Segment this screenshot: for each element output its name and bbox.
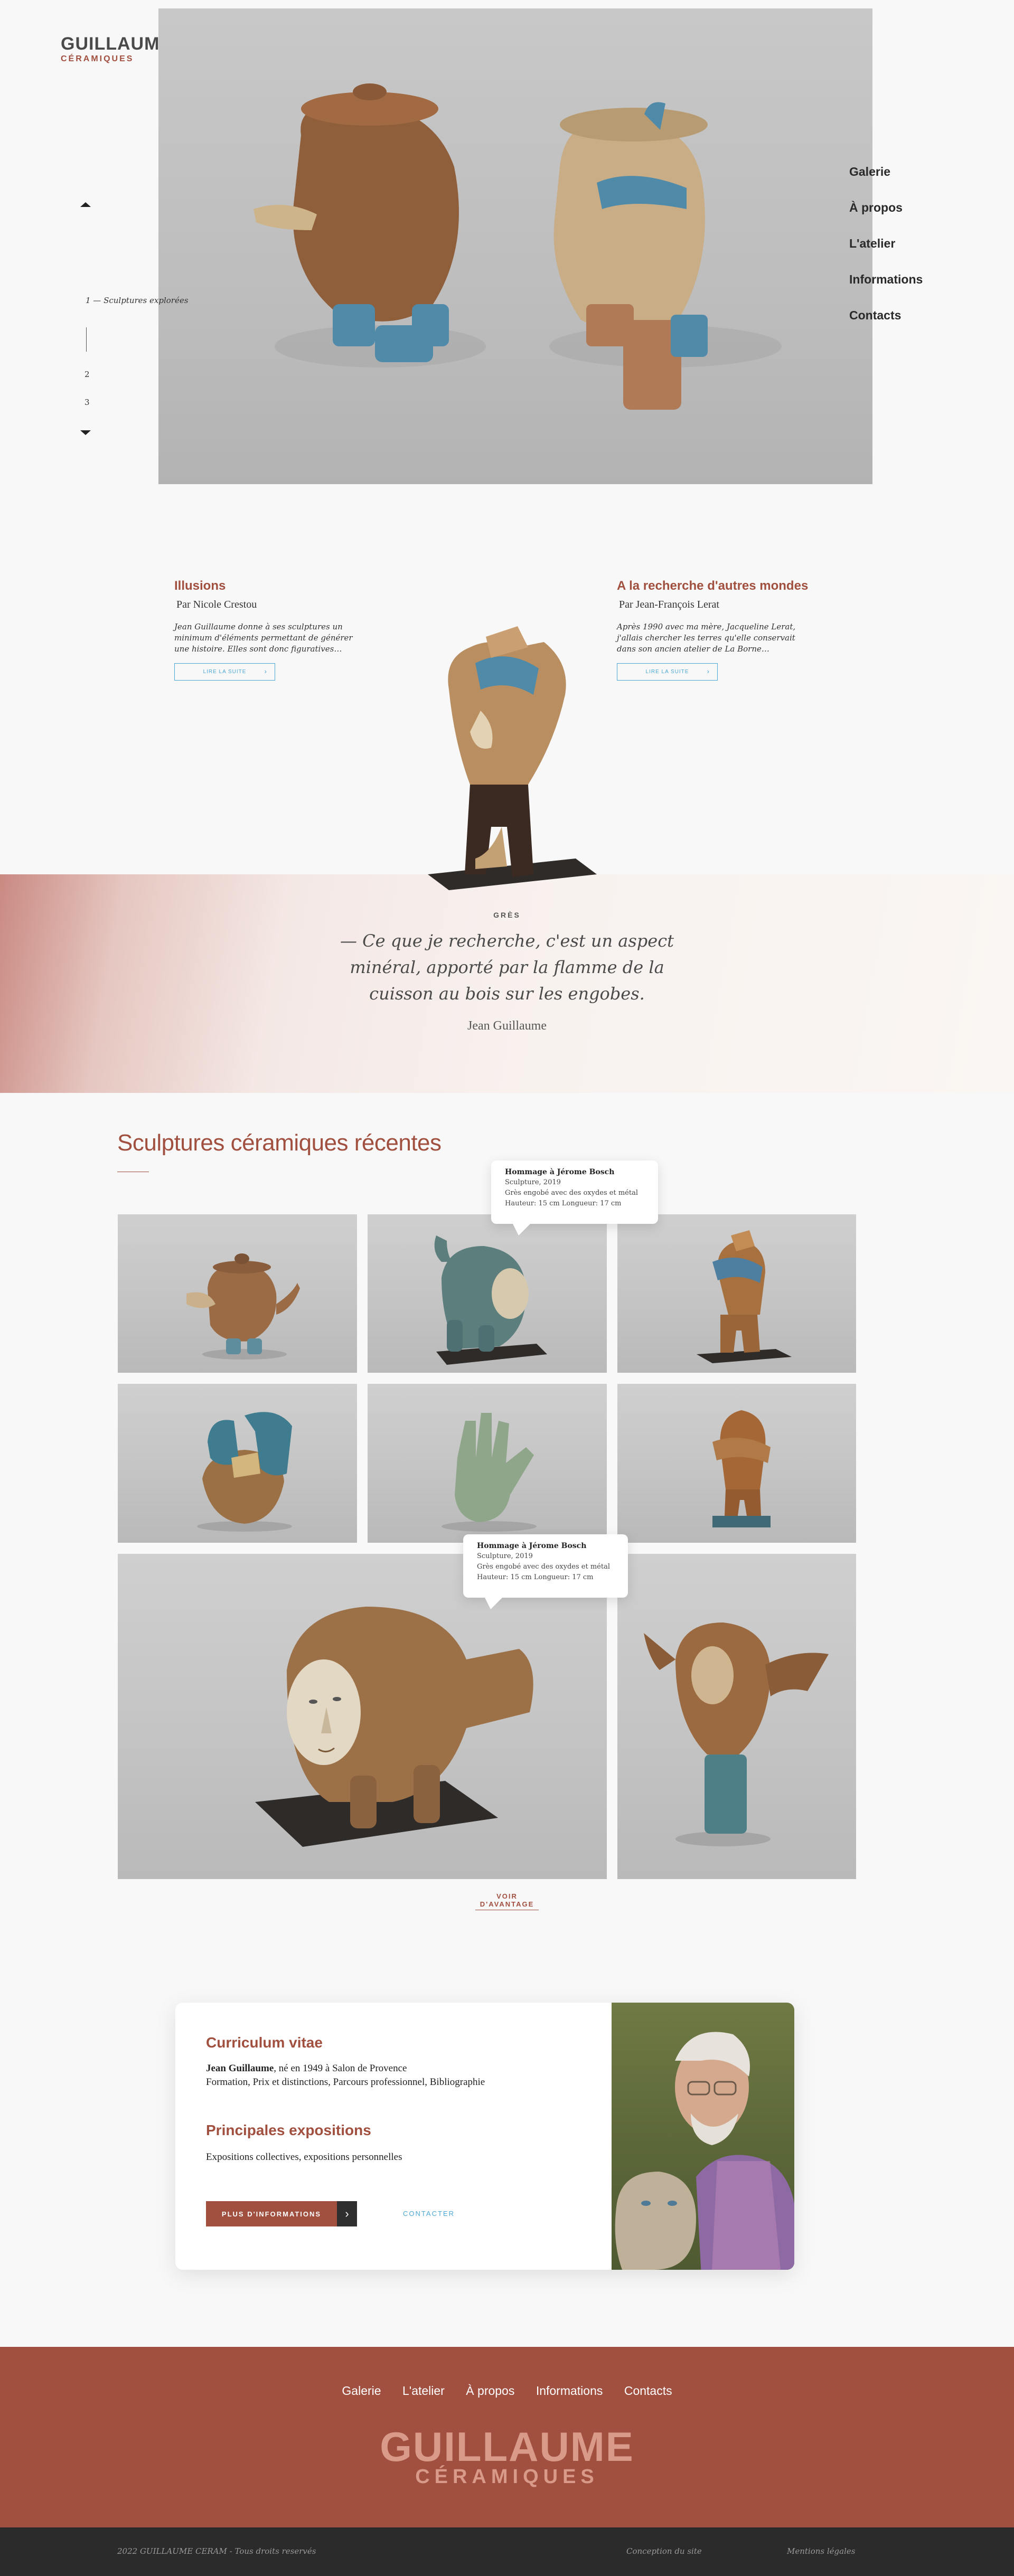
read-more-button[interactable]: LIRE LA SUITE › bbox=[174, 663, 275, 681]
tooltip-line: Sculpture, 2019 bbox=[477, 1552, 533, 1560]
slider-down-icon[interactable] bbox=[80, 430, 91, 435]
bosch-tribute-image bbox=[255, 1607, 533, 1847]
tooltip-title: Hommage à Jérome Bosch bbox=[477, 1542, 587, 1550]
logo-sub-text: CÉRAMIQUES bbox=[61, 54, 134, 63]
gallery-item[interactable] bbox=[118, 1384, 357, 1543]
chevron-right-icon: › bbox=[707, 667, 710, 675]
tooltip-line: Hauteur: 15 cm Longueur: 17 cm bbox=[477, 1573, 594, 1581]
cv-card: Curriculum vitae Jean Guillaume, né en 1… bbox=[175, 2003, 794, 2270]
cv-title: Curriculum vitae bbox=[206, 2034, 323, 2051]
blue-hand-bowl-image bbox=[197, 1412, 292, 1532]
green-creature-image bbox=[434, 1235, 547, 1365]
footer-logo-main[interactable]: GUILLAUME bbox=[0, 2426, 1014, 2467]
more-info-label: PLUS D'INFORMATIONS bbox=[221, 2210, 322, 2218]
tooltip-line: Grès engobé avec des oxydes et métal bbox=[505, 1189, 639, 1197]
artist-name: Jean Guillaume bbox=[206, 2063, 274, 2074]
footer-nav-galerie[interactable]: Galerie bbox=[342, 2384, 381, 2398]
birth-info: , né en 1949 à Salon de Provence bbox=[274, 2063, 407, 2074]
bottom-bar: 2022 GUILLAUME CERAM - Tous droits reser… bbox=[0, 2527, 1014, 2576]
gallery-item[interactable] bbox=[617, 1384, 856, 1543]
article-illusions: Illusions Par Nicole Crestou Jean Guilla… bbox=[174, 579, 364, 681]
exhibitions-line: Expositions collectives, expositions per… bbox=[206, 2152, 402, 2163]
gallery-item[interactable] bbox=[617, 1554, 856, 1879]
cv-sections-line: Formation, Prix et distinctions, Parcour… bbox=[206, 2077, 485, 2088]
featured-sculpture bbox=[428, 626, 597, 890]
gallery-item[interactable] bbox=[368, 1214, 607, 1373]
cv-birth-line: Jean Guillaume, né en 1949 à Salon de Pr… bbox=[206, 2062, 544, 2075]
gallery-item[interactable] bbox=[617, 1214, 856, 1373]
nav-galerie[interactable]: Galerie bbox=[849, 165, 955, 201]
main-nav: Galerie À propos L'atelier Informations … bbox=[849, 165, 955, 344]
slider-item-3[interactable]: 3 bbox=[84, 398, 90, 407]
nav-informations[interactable]: Informations bbox=[849, 272, 955, 308]
green-hand-image bbox=[442, 1413, 537, 1532]
article-author: Par Jean-François Lerat bbox=[619, 599, 719, 610]
gallery-item-featured[interactable] bbox=[118, 1554, 607, 1879]
hero-sculptures-illustration bbox=[253, 83, 782, 410]
slider-progress-line bbox=[86, 327, 87, 352]
slider-up-icon[interactable] bbox=[80, 202, 91, 207]
gallery-item[interactable] bbox=[118, 1214, 357, 1373]
article-excerpt: Jean Guillaume donne à ses sculptures un… bbox=[174, 622, 353, 654]
footer: Galerie L'atelier À propos Informations … bbox=[0, 2347, 1014, 2527]
artwork-tooltip: Hommage à Jérome Bosch Sculpture, 2019 G… bbox=[463, 1534, 628, 1609]
article-title[interactable]: Illusions bbox=[174, 579, 364, 593]
footer-nav-informations[interactable]: Informations bbox=[536, 2384, 603, 2398]
standing-figure-image bbox=[712, 1410, 771, 1527]
portrait-illustration bbox=[615, 2032, 794, 2270]
quote-author: Jean Guillaume bbox=[467, 1019, 547, 1033]
article-author: Par Nicole Crestou bbox=[176, 599, 257, 610]
exhibitions-title: Principales expositions bbox=[206, 2122, 371, 2138]
slider-current-label[interactable]: 1 — Sculptures explorées bbox=[86, 296, 202, 305]
more-info-button[interactable]: PLUS D'INFORMATIONS › bbox=[206, 2201, 357, 2226]
tooltip-line: Grès engobé avec des oxydes et métal bbox=[477, 1563, 611, 1571]
footer-logo-sub: CÉRAMIQUES bbox=[415, 2466, 599, 2488]
footer-nav-contacts[interactable]: Contacts bbox=[624, 2384, 672, 2398]
bird-figure-image bbox=[644, 1622, 829, 1846]
tooltip-title: Hommage à Jérome Bosch bbox=[505, 1168, 615, 1176]
slider-item-2[interactable]: 2 bbox=[84, 370, 90, 379]
gallery-item[interactable] bbox=[368, 1384, 607, 1543]
artist-portrait bbox=[612, 2003, 794, 2270]
hugging-figure-image bbox=[697, 1230, 792, 1363]
nav-contacts[interactable]: Contacts bbox=[849, 308, 955, 344]
gallery-title: Sculptures céramiques récentes bbox=[117, 1130, 442, 1156]
see-more-link[interactable]: VOIR D'AVANTAGE bbox=[475, 1892, 539, 1910]
teapot-sculpture-image bbox=[186, 1253, 300, 1360]
tooltip-line: Sculpture, 2019 bbox=[505, 1178, 561, 1186]
chevron-right-icon: › bbox=[337, 2201, 357, 2226]
quote-text: — Ce que je recherche, c'est un aspect m… bbox=[340, 931, 674, 1004]
logo-main-text: GUILLAUME bbox=[61, 34, 173, 54]
site-credit-link[interactable]: Conception du site bbox=[626, 2546, 732, 2556]
read-more-label: LIRE LA SUITE bbox=[645, 669, 689, 675]
read-more-label: LIRE LA SUITE bbox=[203, 669, 247, 675]
nav-atelier[interactable]: L'atelier bbox=[849, 237, 955, 272]
read-more-button[interactable]: LIRE LA SUITE › bbox=[617, 663, 718, 681]
article-title[interactable]: A la recherche d'autres mondes bbox=[617, 579, 839, 593]
contact-link[interactable]: CONTACTER bbox=[397, 2210, 461, 2218]
tooltip-line: Hauteur: 15 cm Longueur: 17 cm bbox=[505, 1200, 622, 1207]
artwork-tooltip: Hommage à Jérome Bosch Sculpture, 2019 G… bbox=[491, 1160, 658, 1235]
nav-a-propos[interactable]: À propos bbox=[849, 201, 955, 237]
footer-nav: Galerie L'atelier À propos Informations … bbox=[0, 2384, 1014, 2398]
logo[interactable]: GUILLAUME CÉRAMIQUES bbox=[61, 34, 173, 64]
legal-link[interactable]: Mentions légales bbox=[787, 2546, 893, 2556]
chevron-right-icon: › bbox=[264, 667, 267, 675]
copyright-text: 2022 GUILLAUME CERAM - Tous droits reser… bbox=[117, 2546, 316, 2556]
footer-nav-atelier[interactable]: L'atelier bbox=[402, 2384, 445, 2398]
hero-image bbox=[158, 8, 872, 484]
footer-nav-a-propos[interactable]: À propos bbox=[466, 2384, 514, 2398]
quote-kicker: GRÈS bbox=[493, 911, 521, 919]
article-autres-mondes: A la recherche d'autres mondes Par Jean-… bbox=[617, 579, 839, 681]
article-excerpt: Après 1990 avec ma mère, Jacqueline Lera… bbox=[617, 622, 796, 654]
